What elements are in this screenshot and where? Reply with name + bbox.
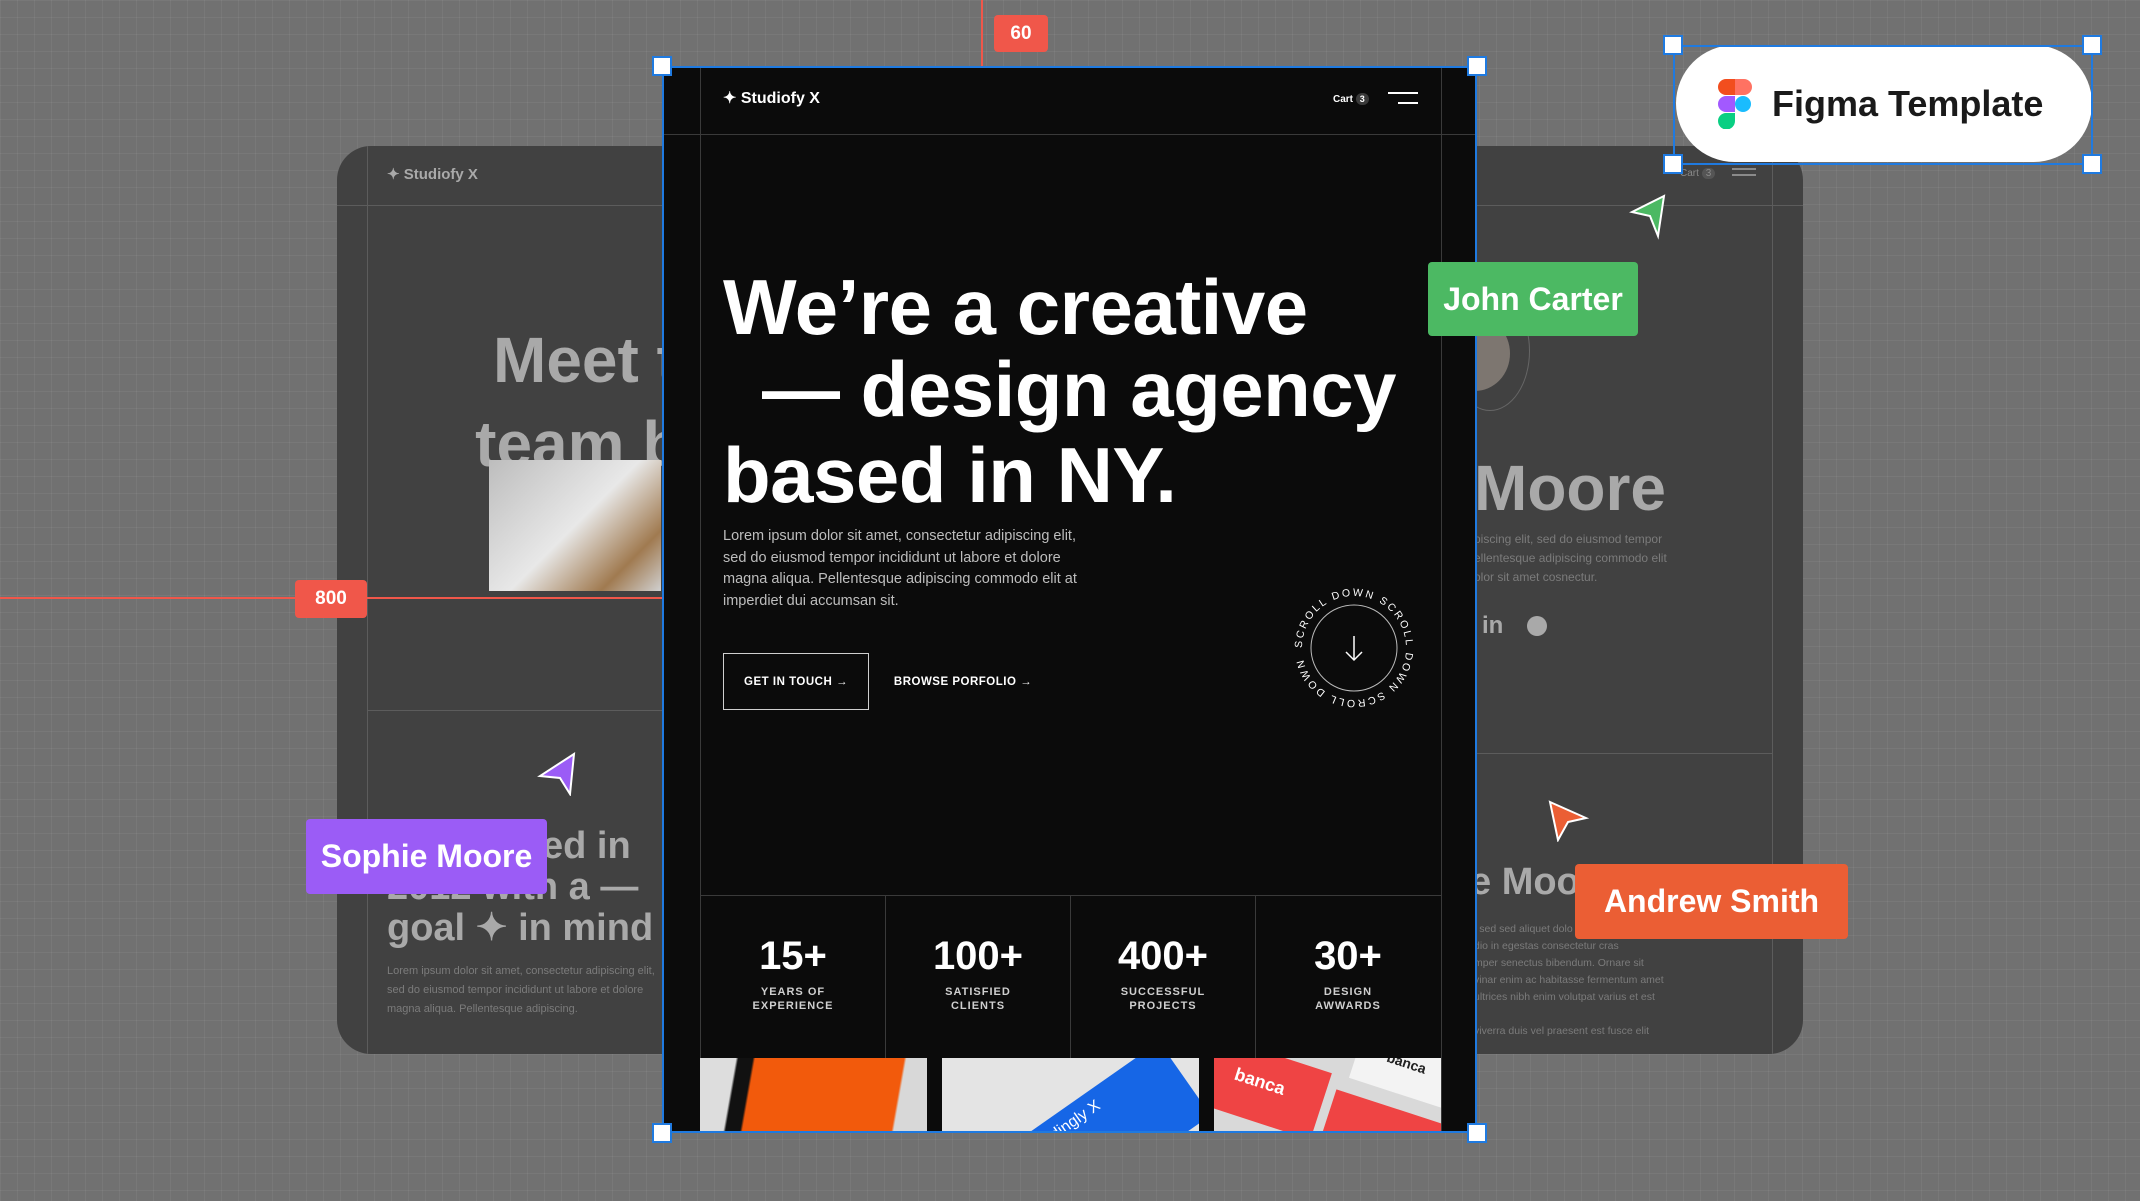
stat-label-line: AWWARDS xyxy=(1315,1000,1381,1012)
cursor-label-sophie-moore: Sophie Moore xyxy=(306,819,547,894)
stat-label-line: EXPERIENCE xyxy=(752,1000,834,1012)
resize-handle[interactable] xyxy=(1467,56,1487,76)
arrow-down-icon xyxy=(1345,636,1363,662)
portfolio-image-3[interactable]: banca banca xyxy=(1214,1058,1441,1133)
portfolio-image-1[interactable] xyxy=(700,1058,927,1133)
left-page-card: ✦ Studiofy X Meet th team be ed in 2012 … xyxy=(337,146,677,1054)
headline-line: We’re a creative xyxy=(723,263,1308,351)
menu-icon[interactable] xyxy=(1388,92,1418,104)
stat-label: SATISFIED CLIENTS xyxy=(886,985,1070,1013)
resize-handle[interactable] xyxy=(1467,1123,1487,1143)
resize-handle[interactable] xyxy=(652,56,672,76)
get-in-touch-button[interactable]: GET IN TOUCH → xyxy=(723,653,869,710)
para-line: mper senectus bibendum. Ornare sit xyxy=(1474,957,1644,969)
stat-value: 15+ xyxy=(759,934,827,978)
headline-line: based in NY. xyxy=(723,431,1177,519)
figma-badge-label: Figma Template xyxy=(1772,82,2044,124)
portfolio-image-2[interactable]: andingly X xyxy=(942,1058,1199,1133)
portfolio-text: banca xyxy=(1214,1058,1332,1133)
divider xyxy=(1460,753,1772,754)
ruler-badge-left: 800 xyxy=(295,580,367,618)
team-photo xyxy=(489,460,661,591)
member-bio: piscing elit, sed do eiusmod tempor elle… xyxy=(1474,530,1667,587)
member-name: Moore xyxy=(1474,452,1666,524)
logo[interactable]: ✦ Studiofy X xyxy=(723,88,820,108)
headline-line: — design agency xyxy=(762,345,1397,433)
resize-handle[interactable] xyxy=(2082,154,2102,174)
stat-label: SUCCESSFUL PROJECTS xyxy=(1071,985,1255,1013)
para-line: sed do eiusmod tempor incididunt ut labo… xyxy=(387,984,644,996)
cursor-arrow-icon xyxy=(1629,194,1666,240)
stat-label-line: DESIGN xyxy=(1323,986,1373,998)
para-line: magna aliqua. Pellentesque adipiscing. xyxy=(387,1003,578,1015)
hero-paragraph: Lorem ipsum dolor sit amet, consectetur … xyxy=(723,528,1077,609)
stat-value: 400+ xyxy=(1117,934,1209,978)
stat-value: 100+ xyxy=(932,934,1024,978)
stat-label: YEARS OF EXPERIENCE xyxy=(701,985,885,1013)
cart-link: Cart 3 xyxy=(1680,168,1716,179)
para-line: viverra duis vel praesent est fusce elit xyxy=(1474,1025,1650,1037)
logo: ✦ Studiofy X xyxy=(387,166,478,183)
resize-handle[interactable] xyxy=(1663,35,1683,55)
stat-item: 400+ SUCCESSFUL PROJECTS xyxy=(1070,895,1255,1058)
divider xyxy=(337,205,677,206)
cursor-label-john-carter: John Carter xyxy=(1428,262,1638,336)
cart-label: Cart xyxy=(1333,94,1354,105)
linkedin-icon: in xyxy=(1482,612,1504,639)
resize-handle[interactable] xyxy=(652,1123,672,1143)
para-line: piscing elit, sed do eiusmod tempor xyxy=(1474,532,1663,546)
ruler-line-vertical xyxy=(981,0,983,66)
stat-label-line: SUCCESSFUL xyxy=(1120,986,1206,998)
cart-link[interactable]: Cart 3 xyxy=(1333,93,1369,105)
stats-divider xyxy=(700,895,1441,896)
logo-text: Studiofy X xyxy=(403,166,478,183)
header-divider xyxy=(662,134,1477,135)
resize-handle[interactable] xyxy=(1663,154,1683,174)
stat-label-line: YEARS OF xyxy=(760,986,826,998)
cursor-arrow-icon xyxy=(1548,800,1590,842)
figma-template-badge[interactable]: Figma Template xyxy=(1676,45,2092,162)
scroll-down-badge[interactable]: SCROLL DOWN SCROLL DOWN SCROLL DOWN xyxy=(1290,584,1418,712)
title-line: Meet th xyxy=(493,324,677,396)
para-line: ellentesque adipiscing commodo elit xyxy=(1474,551,1667,565)
title-line: goal ✦ in mind xyxy=(387,907,654,949)
ruler-badge-top: 60 xyxy=(994,15,1048,52)
stat-label: DESIGN AWWARDS xyxy=(1256,985,1440,1013)
sparkle-icon: ✦ xyxy=(723,90,737,107)
logo-text: Studiofy X xyxy=(740,90,820,107)
cursor-arrow-icon xyxy=(537,752,576,796)
resize-handle[interactable] xyxy=(2082,35,2102,55)
history-paragraph: Lorem ipsum dolor sit amet, consectetur … xyxy=(387,962,655,1019)
figma-logo-icon xyxy=(1718,78,1752,129)
cart-count: 3 xyxy=(1701,168,1716,179)
portfolio-text: andingly X xyxy=(1003,1058,1199,1133)
para-line: vinar enim ac habitasse fermentum amet xyxy=(1474,974,1664,986)
stat-value: 30+ xyxy=(1314,934,1382,978)
para-line: olor sit amet cosnectur. xyxy=(1474,570,1598,584)
stat-label-line: CLIENTS xyxy=(950,1000,1006,1012)
cart-count: 3 xyxy=(1355,93,1369,105)
stat-label-line: PROJECTS xyxy=(1129,1000,1197,1012)
cursor-label-andrew-smith: Andrew Smith xyxy=(1575,864,1848,939)
dribbble-icon xyxy=(1527,616,1547,636)
stat-item: 15+ YEARS OF EXPERIENCE xyxy=(700,895,885,1058)
stat-item: 100+ SATISFIED CLIENTS xyxy=(885,895,1070,1058)
stat-item: 30+ DESIGN AWWARDS xyxy=(1255,895,1440,1058)
member-name: e Moo xyxy=(1470,861,1580,903)
guide-line xyxy=(367,146,368,1054)
selected-frame[interactable]: ✦ Studiofy X Cart 3 We’re a creative — d… xyxy=(662,66,1477,1133)
menu-icon xyxy=(1732,168,1756,176)
browse-portfolio-button[interactable]: BROWSE PORFOLIO → xyxy=(893,653,1033,710)
guide-line xyxy=(1441,66,1442,1133)
stat-label-line: SATISFIED xyxy=(945,986,1011,998)
para-line: ultrices nibh enim volutpat varius et es… xyxy=(1474,991,1655,1003)
divider xyxy=(367,710,677,711)
para-line: dio in egestas consectetur cras xyxy=(1474,940,1619,952)
para-line: Lorem ipsum dolor sit amet, consectetur … xyxy=(387,965,655,977)
